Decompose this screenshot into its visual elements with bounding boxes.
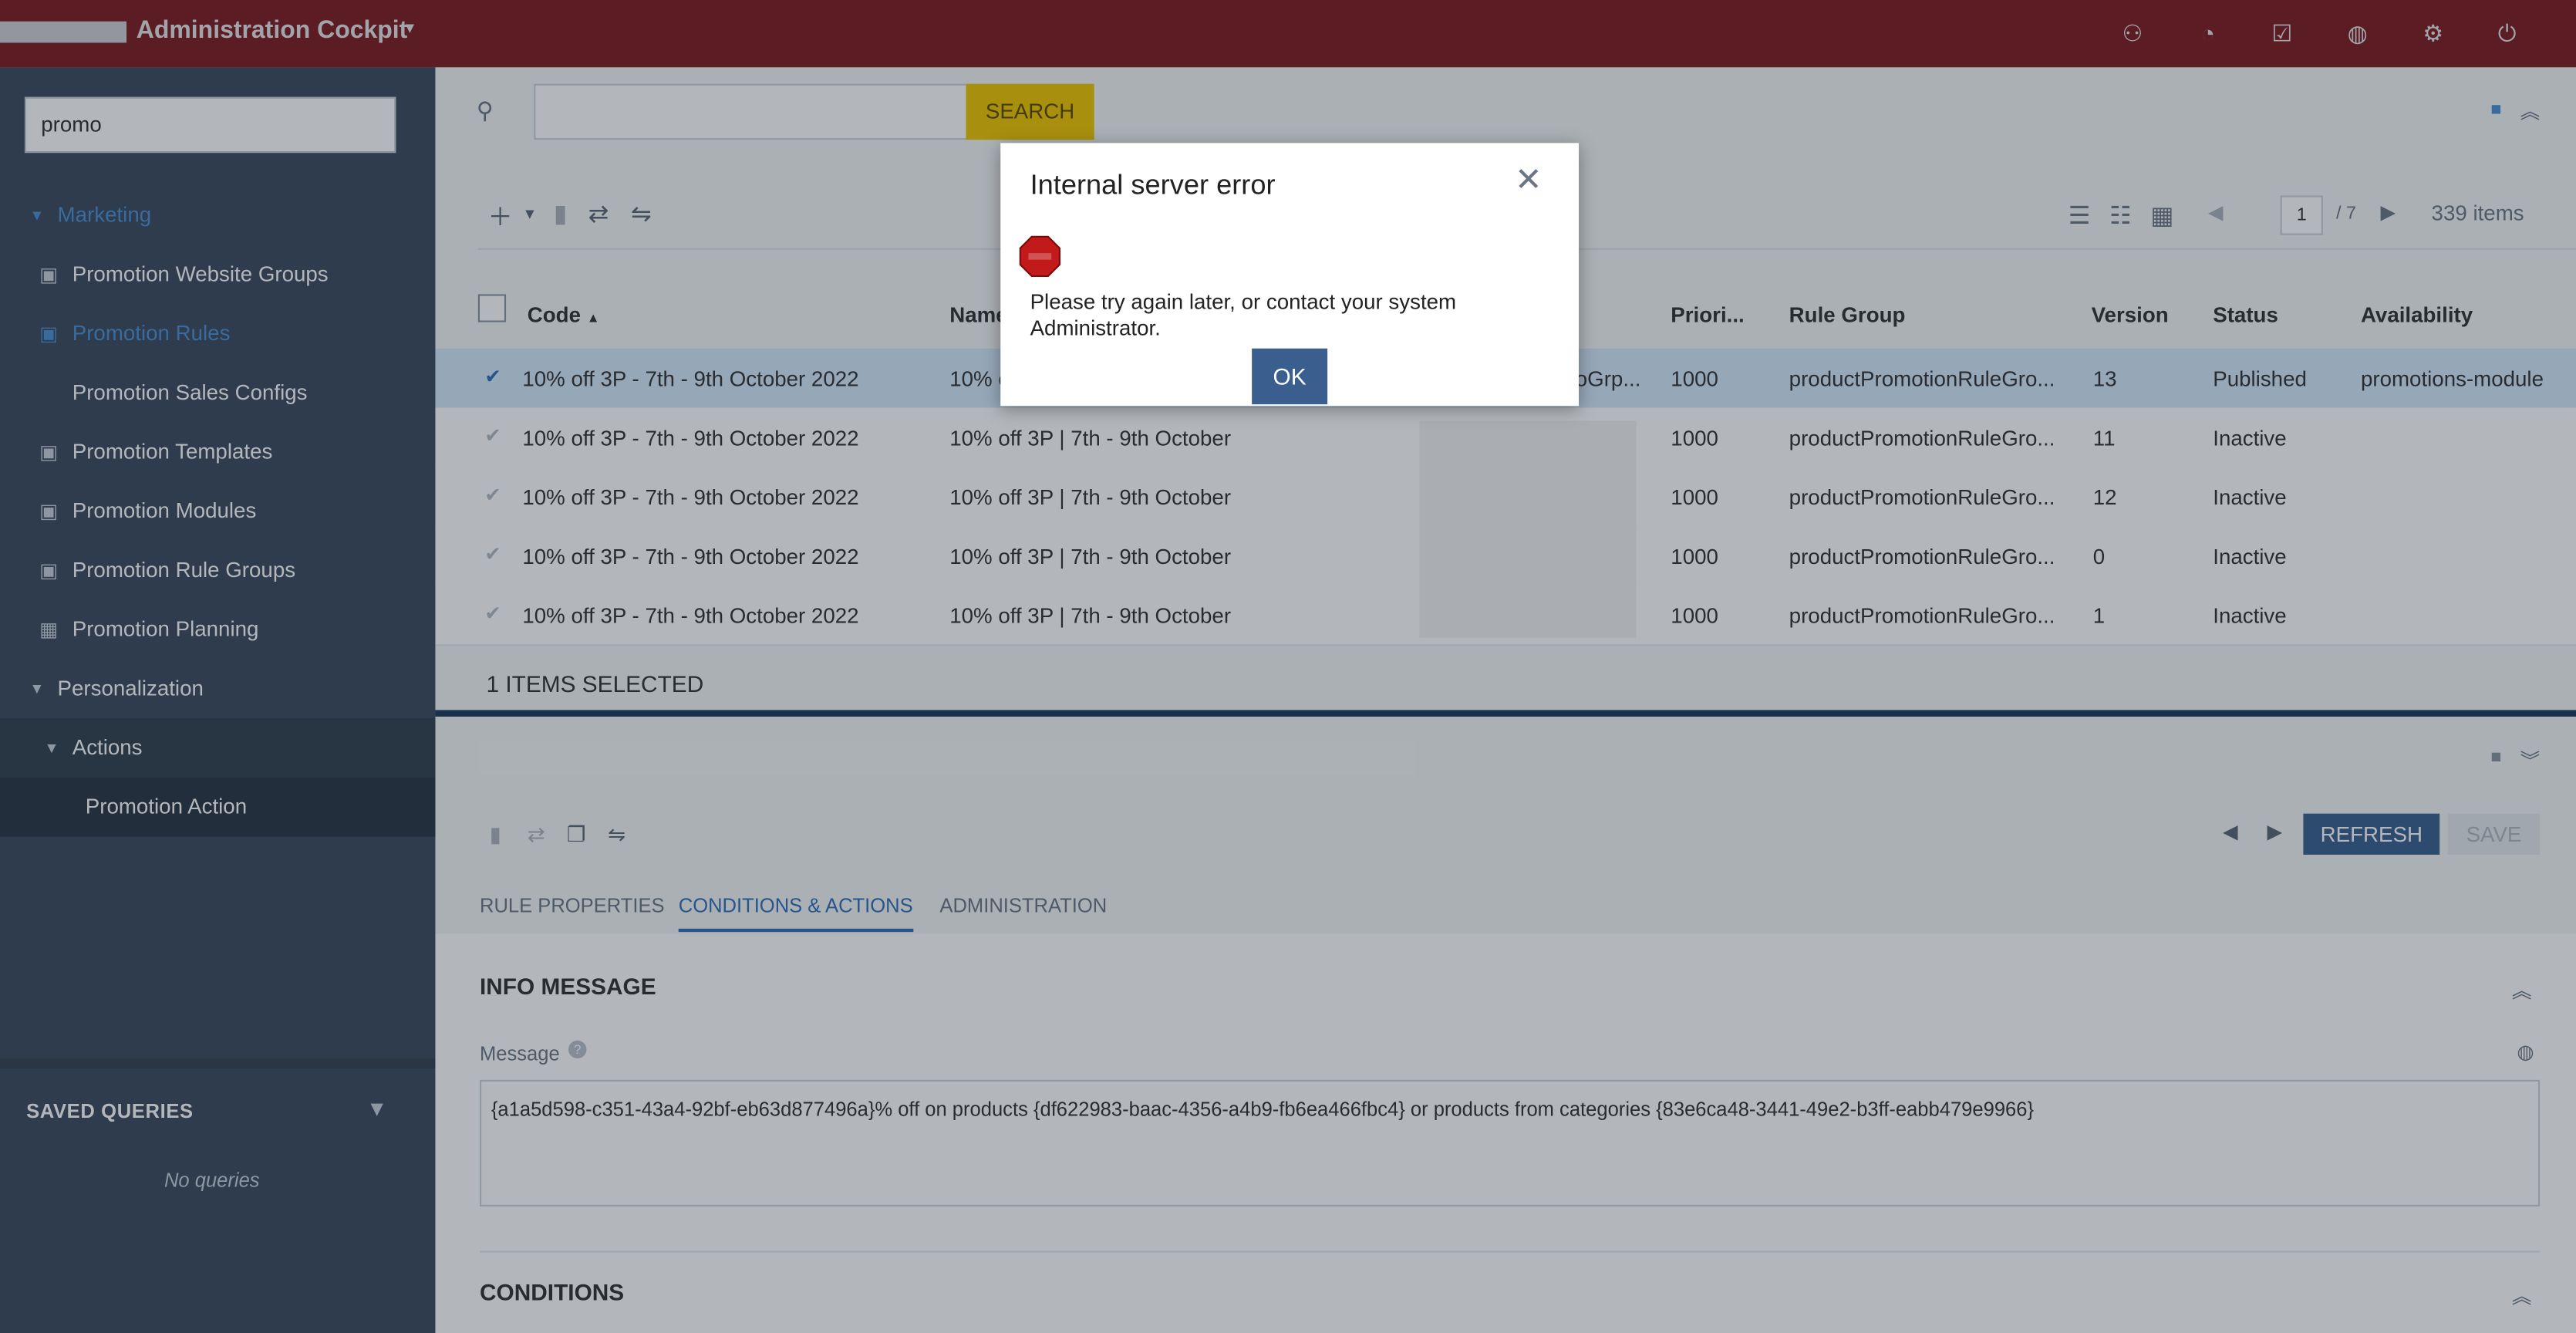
dialog-title: Internal server error <box>1030 169 1276 201</box>
error-stop-icon <box>1019 235 1060 278</box>
error-dialog: Internal server error ✕ Please try again… <box>1000 143 1580 407</box>
modal-overlay-top <box>0 0 2576 68</box>
screen: Administration Cockpit ▼ ⚇ ◔ ☑ ◍ ⚙ ⏻ pro… <box>0 0 2576 1333</box>
close-icon[interactable]: ✕ <box>1515 164 1543 197</box>
ok-button[interactable]: OK <box>1252 348 1328 405</box>
dialog-message: Please try again later, or contact your … <box>1030 289 1457 341</box>
